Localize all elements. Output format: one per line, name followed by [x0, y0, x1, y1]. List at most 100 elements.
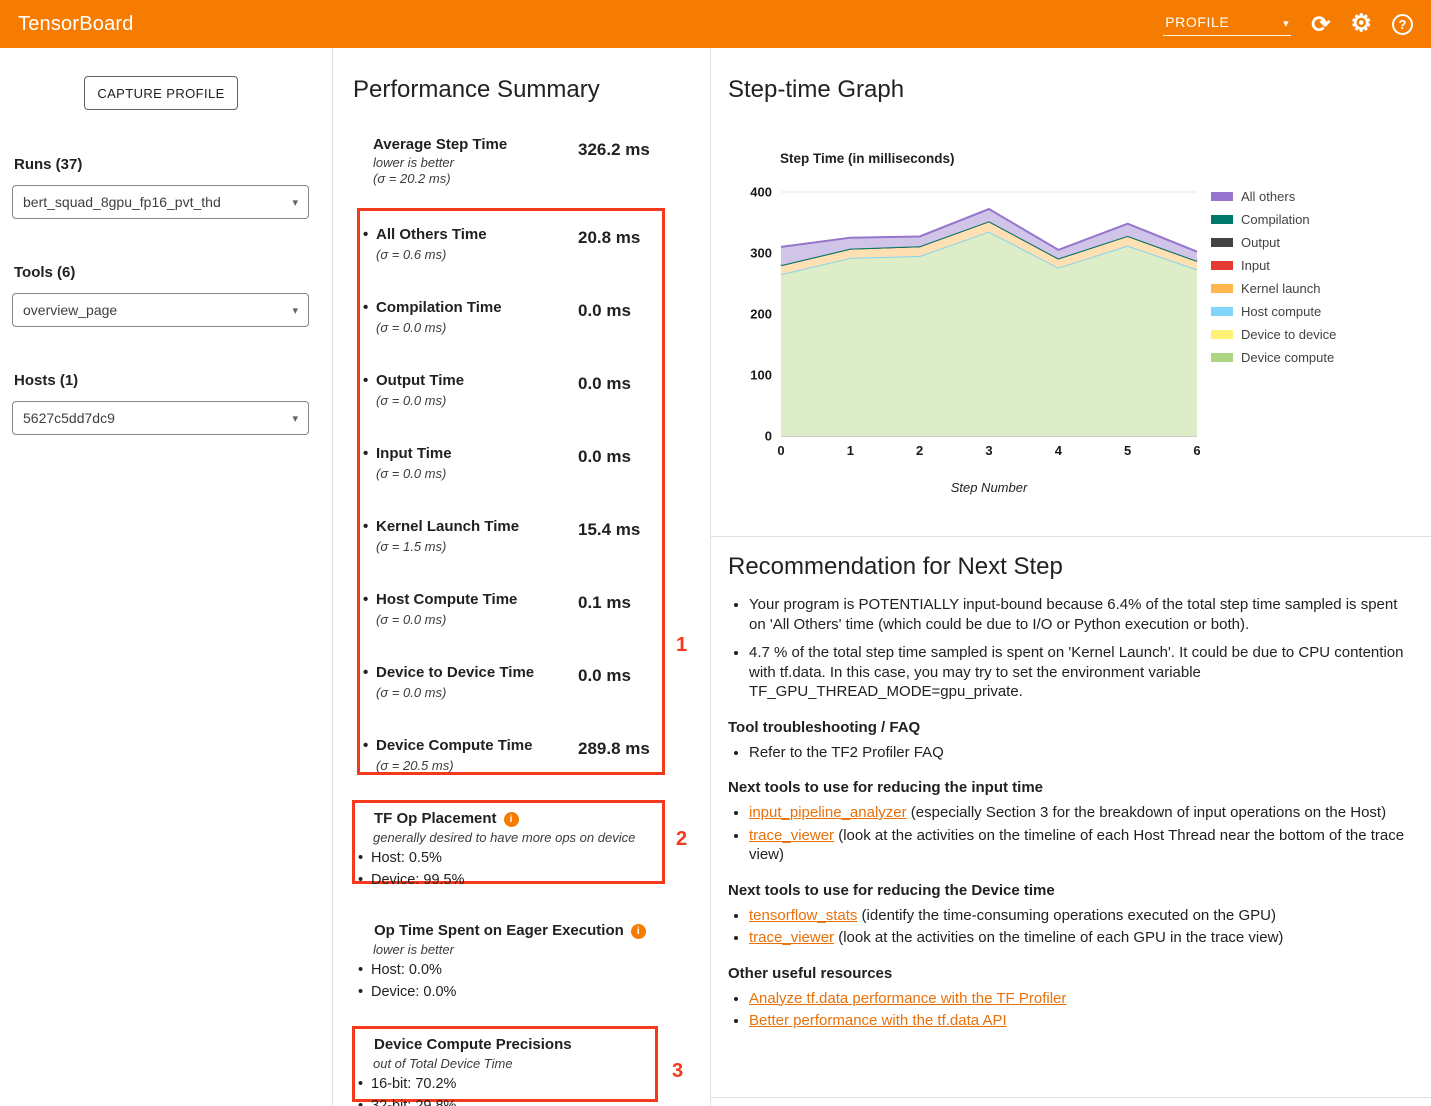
bullet-icon: • [358, 983, 371, 1001]
metrics-list: •All Others Time(σ = 0.6 ms)20.8 ms•Comp… [357, 212, 665, 796]
block-title-text: Op Time Spent on Eager Execution [374, 922, 624, 939]
legend-swatch [1211, 307, 1233, 316]
block-title-text: TF Op Placement [374, 810, 497, 827]
step-time-panel: Step-time Graph Step Time (in millisecon… [711, 48, 1431, 1106]
runs-dropdown[interactable]: bert_squad_8gpu_fp16_pvt_thd ▾ [12, 185, 309, 219]
chart-legend: All others Compilation Output Input Kernel l… [1211, 189, 1336, 365]
legend-label: All others [1241, 189, 1295, 204]
chevron-down-icon: ▾ [292, 412, 298, 425]
svg-text:400: 400 [750, 185, 772, 200]
recommendation-heading: Next tools to use for reducing the Devic… [728, 881, 1411, 900]
bullet-icon: • [358, 1075, 371, 1093]
section-divider [711, 536, 1431, 537]
metric-value: 326.2 ms [578, 140, 650, 160]
recommendation-link[interactable]: Better performance with the tf.data API [749, 1012, 1007, 1029]
metric-value: 0.0 ms [578, 374, 631, 394]
legend-item[interactable]: Compilation [1211, 212, 1336, 227]
recommendation-list: Refer to the TF2 Profiler FAQ [728, 743, 1411, 763]
legend-item[interactable]: Device compute [1211, 350, 1336, 365]
block-item: •Host: 0.5% [358, 849, 658, 867]
tools-dropdown[interactable]: overview_page ▾ [12, 293, 309, 327]
legend-item[interactable]: All others [1211, 189, 1336, 204]
svg-text:2: 2 [916, 443, 923, 458]
svg-text:1: 1 [847, 443, 854, 458]
hosts-label: Hosts (1) [14, 372, 78, 389]
recommendation-list: input_pipeline_analyzer (especially Sect… [728, 803, 1411, 865]
svg-text:0: 0 [765, 429, 772, 444]
block-title: TF Op Placement i [374, 810, 658, 827]
refresh-icon[interactable]: ⟳ [1311, 13, 1330, 36]
annotation-label-1: 1 [676, 634, 687, 657]
recommendation-heading: Tool troubleshooting / FAQ [728, 718, 1411, 737]
recommendation-link[interactable]: Analyze tf.data performance with the TF … [749, 990, 1066, 1007]
recommendation-item: Analyze tf.data performance with the TF … [749, 989, 1411, 1009]
recommendation-link[interactable]: trace_viewer [749, 827, 834, 844]
tf-op-placement-block: TF Op Placementi generally desired to ha… [358, 810, 658, 889]
info-icon[interactable]: i [504, 812, 519, 827]
block-subtitle: lower is better [373, 942, 658, 957]
legend-swatch [1211, 192, 1233, 201]
sidebar: CAPTURE PROFILE Runs (37) bert_squad_8gp… [0, 48, 333, 1106]
recommendation-item-text: (look at the activities on the timeline … [749, 827, 1404, 864]
metric-sigma: (σ = 0.0 ms) [376, 685, 659, 700]
chevron-down-icon: ▾ [292, 304, 298, 317]
dashboard-selector[interactable]: PROFILE ▾ [1163, 12, 1291, 36]
recommendation-link[interactable]: tensorflow_stats [749, 907, 857, 924]
hosts-dropdown-value: 5627c5dd7dc9 [23, 410, 115, 426]
capture-profile-button[interactable]: CAPTURE PROFILE [84, 76, 238, 110]
help-icon[interactable]: ? [1392, 14, 1413, 35]
recommendation-list: tensorflow_stats (identify the time-cons… [728, 906, 1411, 948]
metric-row: •Kernel Launch Time(σ = 1.5 ms)15.4 ms [357, 504, 665, 577]
bullet-icon: • [363, 664, 376, 682]
bullet-icon: • [363, 372, 376, 390]
metric-row: •Device Compute Time(σ = 20.5 ms)289.8 m… [357, 723, 665, 796]
metric-sigma: (σ = 20.5 ms) [376, 758, 659, 773]
eager-execution-block: Op Time Spent on Eager Execution i lower … [358, 922, 658, 1001]
legend-item[interactable]: Kernel launch [1211, 281, 1336, 296]
recommendation-section: Recommendation for Next Step Your progra… [728, 553, 1411, 1041]
bullet-icon: • [363, 737, 376, 755]
x-axis-label: Step Number [781, 480, 1197, 495]
recommendation-list: Analyze tf.data performance with the TF … [728, 989, 1411, 1031]
recommendation-link[interactable]: input_pipeline_analyzer [749, 804, 907, 821]
recommendation-title: Recommendation for Next Step [728, 553, 1411, 581]
average-step-time-row: Average Step Time lower is better (σ = 2… [373, 136, 685, 186]
block-item-text: Host: 0.0% [371, 962, 442, 978]
dashboard-selector-value: PROFILE [1165, 14, 1229, 30]
block-title: Device Compute Precisions [374, 1036, 658, 1053]
legend-item[interactable]: Host compute [1211, 304, 1336, 319]
legend-label: Compilation [1241, 212, 1310, 227]
metric-row: •Output Time(σ = 0.0 ms)0.0 ms [357, 358, 665, 431]
legend-item[interactable]: Input [1211, 258, 1336, 273]
app-title: TensorBoard [18, 13, 134, 36]
recommendation-link[interactable]: trace_viewer [749, 929, 834, 946]
performance-summary-title: Performance Summary [353, 76, 600, 104]
metric-value: 0.0 ms [578, 301, 631, 321]
header: TensorBoard PROFILE ▾ ⟳ ⚙ ? [0, 0, 1431, 48]
chevron-down-icon: ▾ [292, 196, 298, 209]
runs-dropdown-value: bert_squad_8gpu_fp16_pvt_thd [23, 194, 221, 210]
svg-text:100: 100 [750, 368, 772, 383]
step-time-chart: 01002003004000123456 [745, 178, 1215, 460]
recommendation-heading: Next tools to use for reducing the input… [728, 778, 1411, 797]
bullet-icon: • [363, 445, 376, 463]
gear-icon[interactable]: ⚙ [1350, 12, 1372, 36]
legend-swatch [1211, 215, 1233, 224]
hosts-dropdown[interactable]: 5627c5dd7dc9 ▾ [12, 401, 309, 435]
block-item-text: 16-bit: 70.2% [371, 1076, 456, 1092]
legend-label: Output [1241, 235, 1280, 250]
info-icon[interactable]: i [631, 924, 646, 939]
legend-item[interactable]: Output [1211, 235, 1336, 250]
svg-text:0: 0 [777, 443, 784, 458]
metric-value: 289.8 ms [578, 739, 650, 759]
bullet-icon: • [363, 518, 376, 536]
bullet-icon: • [358, 961, 371, 979]
metric-sigma: (σ = 0.6 ms) [376, 247, 659, 262]
performance-summary-panel: Performance Summary Average Step Time lo… [333, 48, 711, 1106]
recommendation-heading: Other useful resources [728, 964, 1411, 983]
recommendation-item: trace_viewer (look at the activities on … [749, 928, 1411, 948]
recommendation-item-text: (especially Section 3 for the breakdown … [907, 804, 1386, 821]
legend-item[interactable]: Device to device [1211, 327, 1336, 342]
recommendation-item-text: (look at the activities on the timeline … [834, 929, 1283, 946]
metric-sigma: (σ = 20.2 ms) [373, 171, 685, 186]
